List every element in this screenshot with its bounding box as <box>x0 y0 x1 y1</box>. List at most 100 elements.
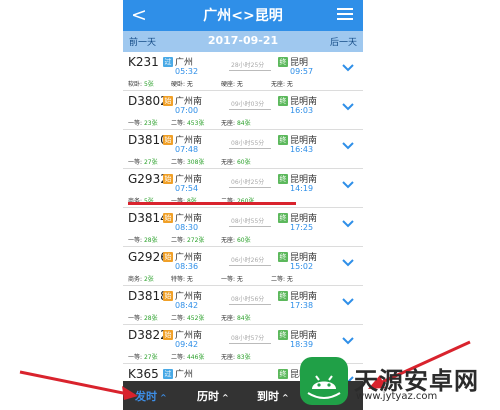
departure-station-badge: 过 <box>163 57 173 67</box>
sort-by-duration-tab[interactable]: 历时 ^ <box>197 388 229 404</box>
seat-availability: 无座: 83张 <box>221 354 251 361</box>
duration-arrow-line <box>229 304 271 305</box>
sort-by-departure-tab[interactable]: 发时 ^ <box>135 388 167 404</box>
chevron-down-icon[interactable] <box>341 255 355 269</box>
arrival-time: 09:57 <box>290 67 314 76</box>
chevron-down-icon[interactable] <box>341 177 355 191</box>
arrival-time: 15:02 <box>290 262 314 271</box>
seat-availability: 无座: 84张 <box>221 315 251 322</box>
train-row[interactable]: K231 过广州 05:32 28小时25分终昆明 09:57 软卧: 5张 硬卧: 无硬座… <box>123 52 363 91</box>
departure-time: 07:54 <box>175 184 199 193</box>
travel-duration: 08小时55分 <box>231 140 265 147</box>
chevron-down-icon[interactable] <box>341 138 355 152</box>
departure-station: 广州 <box>175 370 194 380</box>
chevron-down-icon[interactable] <box>341 60 355 74</box>
sort-by-arrival-tab[interactable]: 到时 ^ <box>257 388 289 404</box>
arrival-station-badge: 终 <box>278 213 288 223</box>
arrival-time: 16:03 <box>290 106 314 115</box>
departure-station-badge: 始 <box>163 135 173 145</box>
seat-availability: 硬座: 无 <box>221 81 243 88</box>
android-logo-icon <box>300 357 348 405</box>
caret-up-icon: ^ <box>160 393 167 402</box>
travel-duration: 08小时55分 <box>231 218 265 225</box>
red-arrow-left <box>19 370 138 400</box>
travel-duration: 28小时25分 <box>231 62 265 69</box>
travel-duration: 06小时25分 <box>231 179 265 186</box>
arrival-station-badge: 终 <box>278 369 288 379</box>
arrival-station-badge: 终 <box>278 57 288 67</box>
train-row[interactable]: D3818 始广州南 08:42 08小时56分终昆明南 17:38 一等: 28张 二等:… <box>123 286 363 325</box>
chevron-down-icon[interactable] <box>341 333 355 347</box>
departure-time: 08:36 <box>175 262 199 271</box>
seat-availability: 一等: 27张 <box>128 354 158 361</box>
seat-availability: 一等: 23张 <box>128 120 158 127</box>
departure-station-badge: 始 <box>163 330 173 340</box>
departure-station-badge: 始 <box>163 291 173 301</box>
highlight-underline <box>128 202 296 205</box>
train-number: D3822 <box>128 328 168 342</box>
seat-availability: 无座: 84张 <box>221 120 251 127</box>
arrival-station-badge: 终 <box>278 291 288 301</box>
travel-duration: 06小时26分 <box>231 257 265 264</box>
selected-date[interactable]: 2017-09-21 <box>183 34 303 47</box>
train-number: D3818 <box>128 289 168 303</box>
watermark: 天源安卓网 www.jytyaz.com <box>300 355 500 410</box>
departure-time: 05:32 <box>175 67 199 76</box>
departure-station-badge: 始 <box>163 174 173 184</box>
arrival-station-badge: 终 <box>278 135 288 145</box>
seat-availability: 一等: 28张 <box>128 237 158 244</box>
chevron-down-icon[interactable] <box>341 216 355 230</box>
departure-time: 08:30 <box>175 223 199 232</box>
date-bar: 前一天 2017-09-21 后一天 <box>123 31 363 52</box>
arrival-time: 16:43 <box>290 145 314 154</box>
chevron-down-icon[interactable] <box>341 294 355 308</box>
departure-station-badge: 始 <box>163 252 173 262</box>
back-button[interactable]: < <box>131 3 147 27</box>
train-row[interactable]: G2926 始广州南 08:36 06小时26分终昆明南 15:02 商务: 2张 特等: … <box>123 247 363 286</box>
seat-availability: 二等: 308张 <box>171 159 205 166</box>
duration-arrow-line <box>229 343 271 344</box>
seat-availability: 一等: 28张 <box>128 315 158 322</box>
caret-up-icon: ^ <box>282 393 289 402</box>
seat-availability: 软卧: 5张 <box>128 81 154 88</box>
chevron-down-icon[interactable] <box>341 99 355 113</box>
train-row[interactable]: D3802 始广州南 07:00 09小时03分终昆明南 16:03 一等: 23张 二等:… <box>123 91 363 130</box>
departure-time: 08:42 <box>175 301 199 310</box>
seat-availability: 特等: 无 <box>171 276 193 283</box>
train-row[interactable]: D3810 始广州南 07:48 08小时55分终昆明南 16:43 一等: 27张 二等:… <box>123 130 363 169</box>
menu-icon[interactable] <box>337 8 353 22</box>
seat-availability: 二等: 272张 <box>171 237 205 244</box>
travel-duration: 08小时56分 <box>231 296 265 303</box>
travel-duration: 09小时03分 <box>231 101 265 108</box>
train-number: G2932 <box>128 172 168 186</box>
arrival-time: 14:19 <box>290 184 314 193</box>
title-bar: < 广州<>昆明 <box>123 0 363 31</box>
seat-availability: 二等: 452张 <box>171 315 205 322</box>
departure-time: 09:42 <box>175 340 199 349</box>
seat-availability: 一等: 无 <box>221 276 243 283</box>
seat-availability: 二等: 446张 <box>171 354 205 361</box>
train-number: D3810 <box>128 133 168 147</box>
screenshot-stage: < 广州<>昆明 前一天 2017-09-21 后一天 K231 过广州 05:32… <box>0 0 500 410</box>
next-day-button[interactable]: 后一天 <box>330 35 357 48</box>
seat-availability: 无座: 60张 <box>221 237 251 244</box>
seat-availability: 硬卧: 无 <box>171 81 193 88</box>
caret-up-icon: ^ <box>222 393 229 402</box>
train-row[interactable]: D3814 始广州南 08:30 08小时55分终昆明南 17:25 一等: 28张 二等:… <box>123 208 363 247</box>
train-number: G2926 <box>128 250 168 264</box>
seat-availability: 二等: 453张 <box>171 120 205 127</box>
previous-day-button[interactable]: 前一天 <box>129 35 156 48</box>
duration-arrow-line <box>229 70 271 71</box>
travel-duration: 08小时57分 <box>231 335 265 342</box>
train-number: D3814 <box>128 211 168 225</box>
train-number: K231 <box>128 55 159 69</box>
duration-arrow-line <box>229 187 271 188</box>
seat-availability: 一等: 27张 <box>128 159 158 166</box>
departure-station-badge: 过 <box>163 369 173 379</box>
arrival-station-badge: 终 <box>278 252 288 262</box>
train-list[interactable]: K231 过广州 05:32 28小时25分终昆明 09:57 软卧: 5张 硬卧: 无硬座… <box>123 52 363 382</box>
arrival-time: 17:25 <box>290 223 314 232</box>
departure-time: 07:48 <box>175 145 199 154</box>
arrival-station-badge: 终 <box>278 96 288 106</box>
train-number: K365 <box>128 367 159 381</box>
